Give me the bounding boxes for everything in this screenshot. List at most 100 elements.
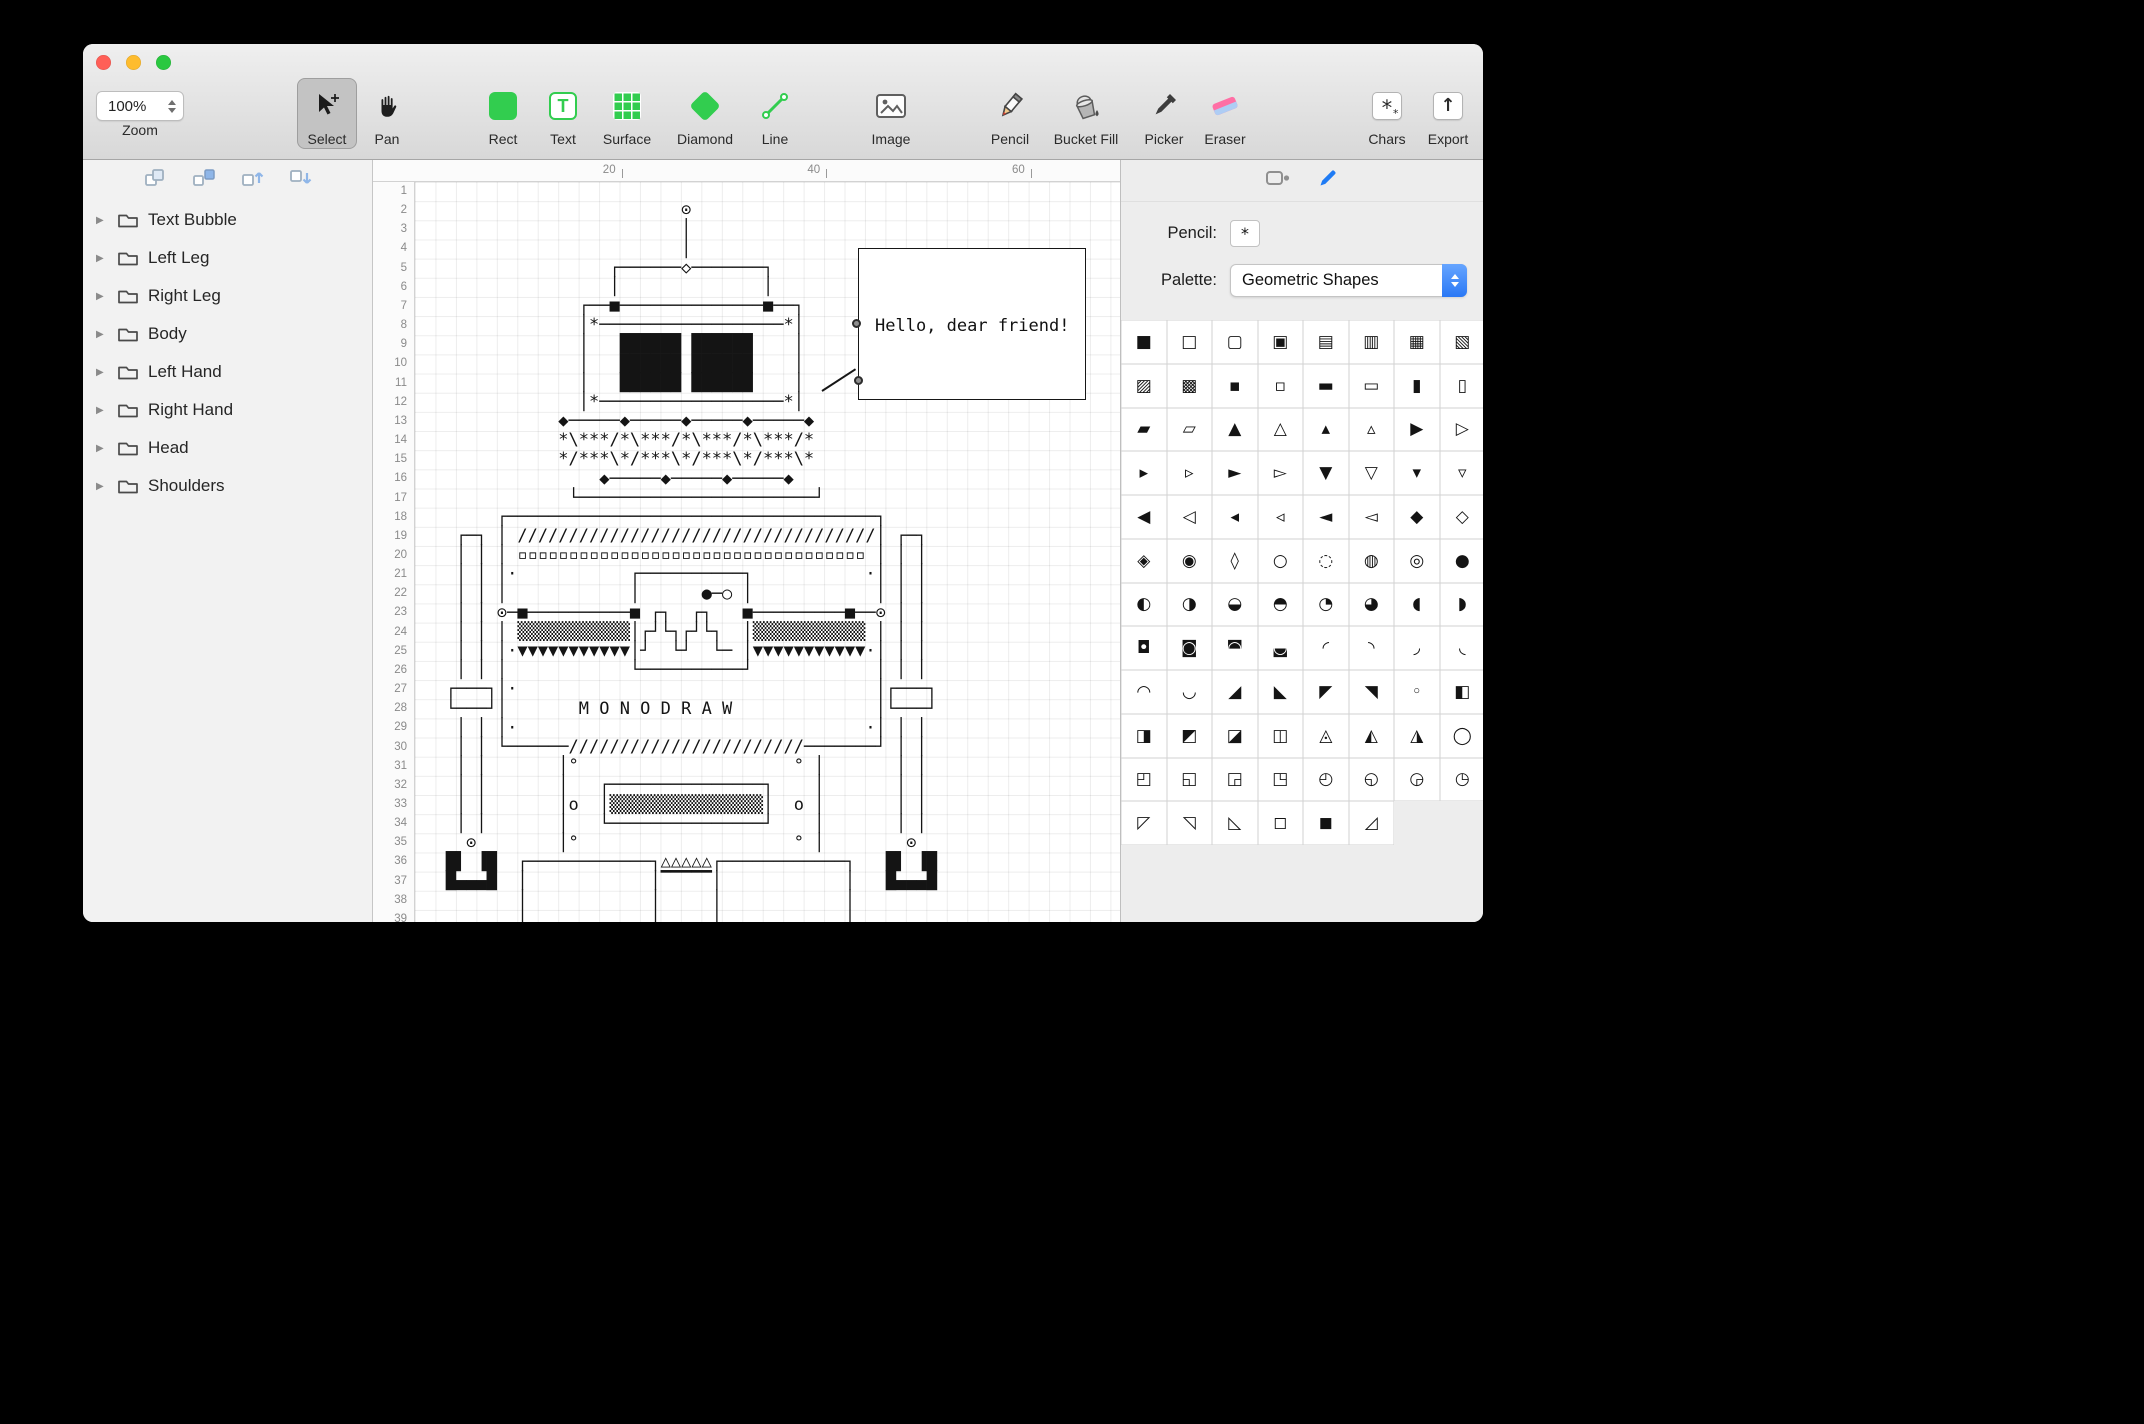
palette-shape-cell[interactable]: ◿ xyxy=(1349,801,1395,845)
palette-shape-cell[interactable]: ◨ xyxy=(1121,714,1167,758)
palette-shape-cell[interactable]: ◯ xyxy=(1440,714,1484,758)
palette-shape-cell[interactable]: ▿ xyxy=(1440,451,1484,495)
palette-shape-cell[interactable]: ◁ xyxy=(1167,495,1213,539)
disclosure-triangle-icon[interactable]: ▶ xyxy=(96,329,108,340)
zoom-stepper-icon[interactable] xyxy=(168,100,176,113)
palette-shape-cell[interactable]: ◱ xyxy=(1167,758,1213,802)
palette-shape-cell[interactable]: ◤ xyxy=(1303,670,1349,714)
palette-shape-cell[interactable]: ◘ xyxy=(1121,626,1167,670)
layer-row[interactable]: ▶Right Leg xyxy=(83,277,372,315)
layer-row[interactable]: ▶Right Hand xyxy=(83,391,372,429)
palette-shape-cell[interactable]: ◀ xyxy=(1121,495,1167,539)
disclosure-triangle-icon[interactable]: ▶ xyxy=(96,253,108,264)
palette-shape-cell[interactable]: ■ xyxy=(1121,320,1167,364)
send-backward-button[interactable] xyxy=(287,167,313,194)
layer-row[interactable]: ▶Left Hand xyxy=(83,353,372,391)
palette-shape-cell[interactable]: ◫ xyxy=(1258,714,1304,758)
palette-shape-cell[interactable]: ◎ xyxy=(1394,539,1440,583)
palette-shape-cell[interactable]: ◈ xyxy=(1121,539,1167,583)
tool-export[interactable]: ↑ Export xyxy=(1404,82,1483,147)
tool-eraser[interactable]: Eraser xyxy=(1181,82,1269,147)
palette-shape-cell[interactable]: ◅ xyxy=(1349,495,1395,539)
palette-shape-cell[interactable]: ◥ xyxy=(1349,670,1395,714)
palette-shape-cell[interactable]: ▥ xyxy=(1349,320,1395,364)
palette-shape-cell[interactable]: △ xyxy=(1258,408,1304,452)
palette-shape-cell[interactable]: ◓ xyxy=(1258,583,1304,627)
palette-shape-cell[interactable]: ▭ xyxy=(1349,364,1395,408)
palette-shape-cell[interactable]: ◞ xyxy=(1394,626,1440,670)
palette-shape-cell[interactable]: ▤ xyxy=(1303,320,1349,364)
palette-shape-cell[interactable]: ◵ xyxy=(1349,758,1395,802)
palette-shape-cell[interactable]: ◭ xyxy=(1349,714,1395,758)
palette-shape-cell[interactable]: ◰ xyxy=(1121,758,1167,802)
palette-shape-cell[interactable]: ◛ xyxy=(1258,626,1304,670)
palette-shape-cell[interactable]: ◡ xyxy=(1167,670,1213,714)
tool-surface[interactable]: Surface xyxy=(583,82,671,147)
palette-shape-cell[interactable]: ○ xyxy=(1258,539,1304,583)
palette-shape-cell[interactable]: ◚ xyxy=(1212,626,1258,670)
pencil-char-well[interactable]: * xyxy=(1230,220,1260,247)
palette-shape-cell[interactable]: ◬ xyxy=(1303,714,1349,758)
palette-shape-cell[interactable]: ◹ xyxy=(1167,801,1213,845)
palette-shape-cell[interactable]: ◆ xyxy=(1394,495,1440,539)
palette-shape-cell[interactable]: ◢ xyxy=(1212,670,1258,714)
disclosure-triangle-icon[interactable]: ▶ xyxy=(96,443,108,454)
palette-shape-cell[interactable]: ◻ xyxy=(1258,801,1304,845)
palette-shape-cell[interactable]: ◧ xyxy=(1440,670,1484,714)
inspector-tab-style-pencil-icon[interactable] xyxy=(1317,167,1339,194)
palette-shape-cell[interactable]: ▢ xyxy=(1212,320,1258,364)
palette-shape-cell[interactable]: ▷ xyxy=(1440,408,1484,452)
palette-shape-cell[interactable]: ● xyxy=(1440,539,1484,583)
layer-row[interactable]: ▶Head xyxy=(83,429,372,467)
palette-shape-cell[interactable]: ◠ xyxy=(1121,670,1167,714)
disclosure-triangle-icon[interactable]: ▶ xyxy=(96,405,108,416)
canvas-grid[interactable]: ⊙ │ │ ┌──────◇───────┐ │ │ ┌──■─────────… xyxy=(415,182,1120,922)
palette-shape-cell[interactable]: ◜ xyxy=(1303,626,1349,670)
palette-shape-cell[interactable]: ▶ xyxy=(1394,408,1440,452)
palette-shape-cell[interactable]: ◗ xyxy=(1440,583,1484,627)
text-bubble[interactable]: Hello, dear friend! xyxy=(858,248,1086,400)
palette-shape-cell[interactable]: ◴ xyxy=(1303,758,1349,802)
palette-shape-cell[interactable]: ▨ xyxy=(1121,364,1167,408)
palette-shape-cell[interactable]: ▫ xyxy=(1258,364,1304,408)
minimize-button[interactable] xyxy=(126,55,141,70)
palette-shape-cell[interactable]: ▹ xyxy=(1167,451,1213,495)
palette-shape-cell[interactable]: ◌ xyxy=(1303,539,1349,583)
palette-shape-cell[interactable]: ◖ xyxy=(1394,583,1440,627)
group-button[interactable] xyxy=(143,167,169,194)
bubble-handle[interactable] xyxy=(854,376,863,385)
tool-image[interactable]: Image xyxy=(847,82,935,147)
palette-shape-cell[interactable]: ▧ xyxy=(1440,320,1484,364)
palette-shape-cell[interactable]: ▮ xyxy=(1394,364,1440,408)
disclosure-triangle-icon[interactable]: ▶ xyxy=(96,481,108,492)
layer-row[interactable]: ▶Shoulders xyxy=(83,467,372,505)
palette-shape-cell[interactable]: ▦ xyxy=(1394,320,1440,364)
disclosure-triangle-icon[interactable]: ▶ xyxy=(96,291,108,302)
palette-shape-cell[interactable]: ▱ xyxy=(1167,408,1213,452)
palette-shape-cell[interactable]: ◉ xyxy=(1167,539,1213,583)
fullscreen-button[interactable] xyxy=(156,55,171,70)
palette-shape-cell[interactable]: ◷ xyxy=(1440,758,1484,802)
palette-shape-cell[interactable]: ◪ xyxy=(1212,714,1258,758)
palette-shape-cell[interactable]: ◟ xyxy=(1440,626,1484,670)
palette-shape-cell[interactable]: ► xyxy=(1212,451,1258,495)
palette-shape-cell[interactable]: ◩ xyxy=(1167,714,1213,758)
close-button[interactable] xyxy=(96,55,111,70)
palette-shape-cell[interactable]: ▴ xyxy=(1303,408,1349,452)
palette-shape-cell[interactable]: ◲ xyxy=(1212,758,1258,802)
palette-shape-cell[interactable]: ▼ xyxy=(1303,451,1349,495)
palette-shape-cell[interactable]: ◍ xyxy=(1349,539,1395,583)
palette-shape-cell[interactable]: ◇ xyxy=(1440,495,1484,539)
palette-shape-cell[interactable]: ◳ xyxy=(1258,758,1304,802)
palette-shape-cell[interactable]: ▵ xyxy=(1349,408,1395,452)
palette-shape-cell[interactable]: ▯ xyxy=(1440,364,1484,408)
palette-shape-cell[interactable]: ◺ xyxy=(1212,801,1258,845)
palette-shape-cell[interactable]: ◒ xyxy=(1212,583,1258,627)
inspector-tab-object[interactable] xyxy=(1265,168,1291,193)
palette-shape-cell[interactable]: ◊ xyxy=(1212,539,1258,583)
layer-row[interactable]: ▶Text Bubble xyxy=(83,201,372,239)
palette-shape-cell[interactable]: ◼ xyxy=(1303,801,1349,845)
tool-line[interactable]: Line xyxy=(731,82,819,147)
palette-shape-cell[interactable]: ◣ xyxy=(1258,670,1304,714)
palette-shape-cell[interactable]: ▬ xyxy=(1303,364,1349,408)
